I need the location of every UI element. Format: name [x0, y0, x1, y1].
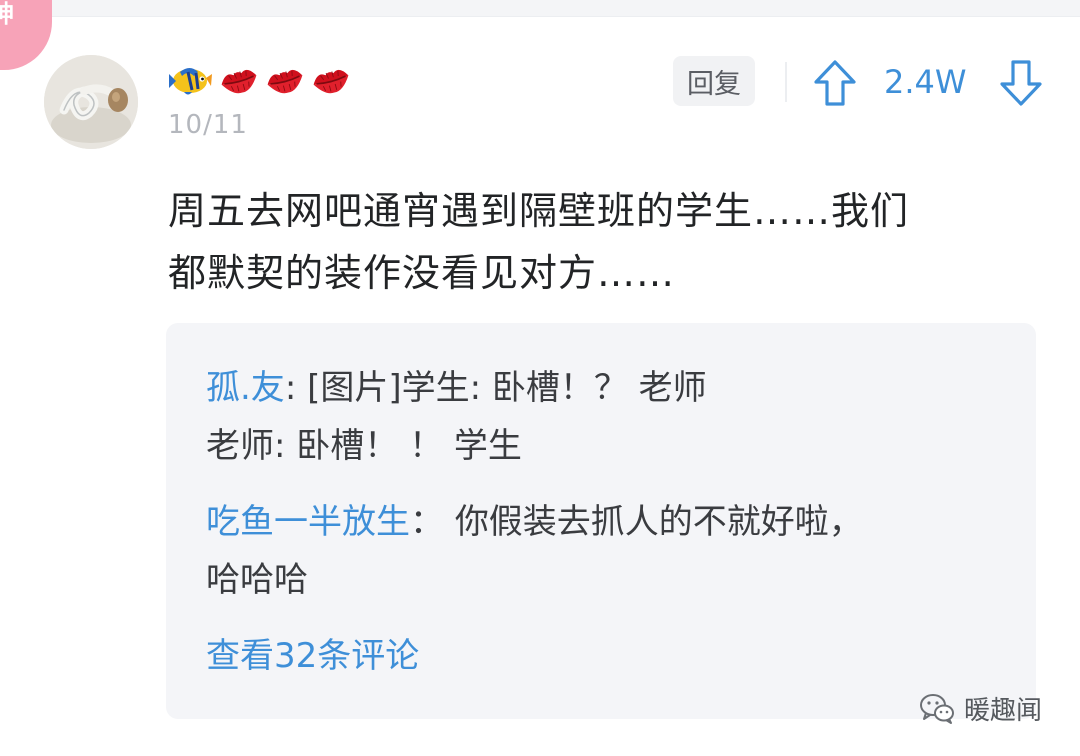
- watermark-text: 暖趣闻: [964, 695, 1043, 726]
- view-more-comments-link[interactable]: 查看32条评论: [206, 627, 419, 685]
- reply-line: 吃鱼一半放生： 你假装去抓人的不就好啦，: [206, 493, 1006, 551]
- reply-text: 老师: 卧槽！ ！ 学生: [206, 426, 522, 466]
- avatar[interactable]: [44, 55, 138, 149]
- reply-text: [图片]学生: 卧槽！？ 老师: [307, 368, 707, 408]
- reply-box: 孤.友: [图片]学生: 卧槽！？ 老师 老师: 卧槽！ ！ 学生 吃鱼一半放生…: [166, 323, 1036, 719]
- avatar-image: [44, 55, 138, 149]
- wechat-icon: [920, 694, 954, 724]
- reply-separator: ：: [410, 502, 455, 542]
- kiss-mark-icon: [221, 69, 257, 94]
- reply-author[interactable]: 孤.友: [206, 368, 285, 408]
- comment-card: 神 10/11 回复 2.4W 周五去网吧通宵遇到隔壁班的学生……我们 都默契的…: [0, 0, 1080, 756]
- god-comment-badge: 神: [0, 0, 52, 70]
- reply-author[interactable]: 吃鱼一半放生: [206, 502, 410, 542]
- reply-separator: :: [284, 368, 308, 408]
- god-badge-label: 神: [0, 0, 14, 28]
- watermark: 暖趣闻: [918, 688, 1042, 728]
- vote-count: 2.4W: [884, 63, 967, 101]
- reply-text: 你假装去抓人的不就好啦，: [454, 502, 863, 542]
- comment-line: 周五去网吧通宵遇到隔壁班的学生……我们: [168, 189, 910, 233]
- kiss-mark-icon: [313, 69, 349, 94]
- comment-line: 都默契的装作没看见对方……: [168, 251, 676, 295]
- top-divider: [0, 0, 1080, 17]
- reply-text: 哈哈哈: [206, 560, 308, 600]
- reply-item[interactable]: 孤.友: [图片]学生: 卧槽！？ 老师 老师: 卧槽！ ！ 学生: [206, 359, 1006, 475]
- reply-button[interactable]: 回复: [673, 56, 755, 106]
- comment-date: 10/11: [168, 110, 248, 140]
- arrow-up-icon[interactable]: [812, 58, 858, 108]
- reply-line: 孤.友: [图片]学生: 卧槽！？ 老师: [206, 359, 1006, 417]
- username[interactable]: [166, 58, 352, 102]
- kiss-mark-icon: [267, 69, 303, 94]
- divider: [785, 62, 787, 102]
- arrow-down-icon[interactable]: [998, 58, 1044, 108]
- tropical-fish-icon: [169, 68, 212, 95]
- reply-item[interactable]: 吃鱼一半放生： 你假装去抓人的不就好啦， 哈哈哈: [206, 493, 1006, 609]
- comment-text: 周五去网吧通宵遇到隔壁班的学生……我们 都默契的装作没看见对方……: [168, 180, 1028, 304]
